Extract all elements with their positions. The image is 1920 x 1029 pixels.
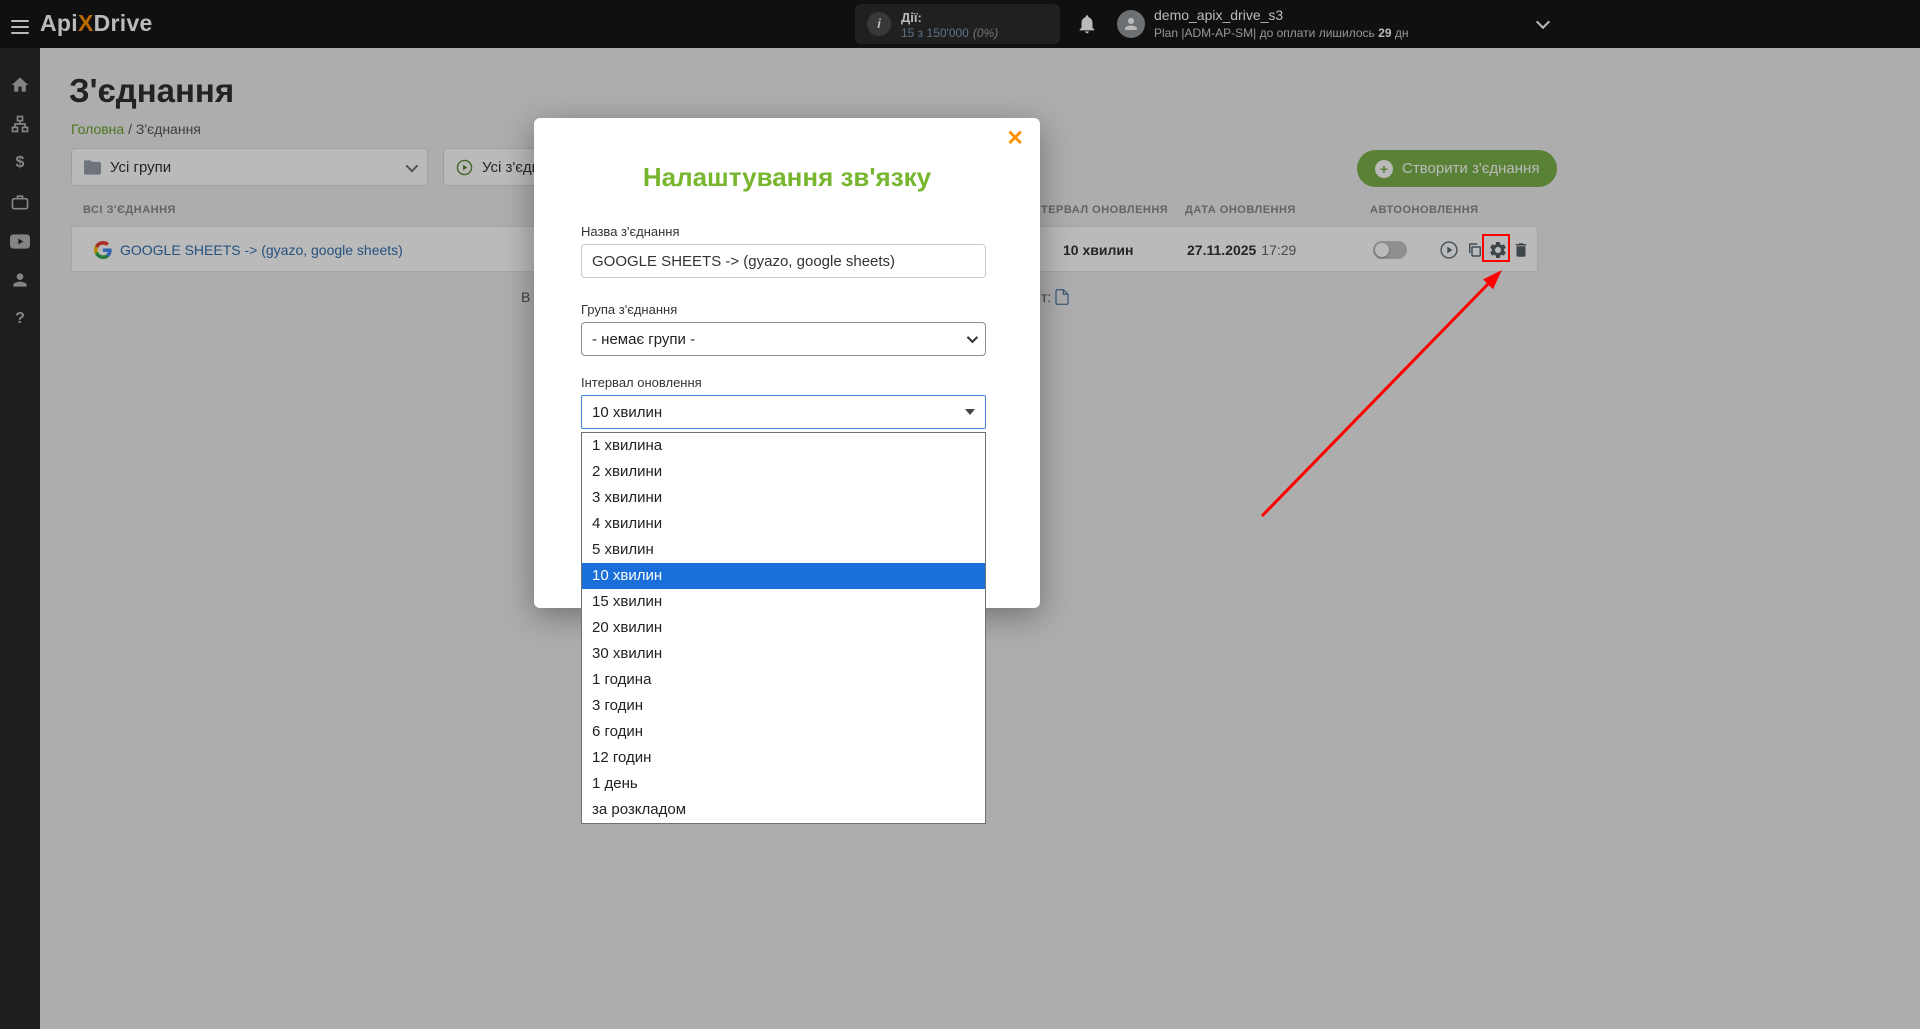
interval-option[interactable]: 30 хвилин — [582, 641, 985, 667]
interval-option[interactable]: 1 день — [582, 771, 985, 797]
interval-option[interactable]: 1 хвилина — [582, 433, 985, 459]
interval-field-label: Інтервал оновлення — [581, 375, 702, 390]
interval-option[interactable]: 4 хвилини — [582, 511, 985, 537]
interval-options: 1 хвилина2 хвилини3 хвилини4 хвилини5 хв… — [581, 432, 986, 824]
interval-select-value: 10 хвилин — [592, 404, 662, 421]
interval-option[interactable]: 3 годин — [582, 693, 985, 719]
modal-title: Налаштування зв'язку — [534, 162, 1040, 193]
interval-option[interactable]: 3 хвилини — [582, 485, 985, 511]
select-arrow-icon — [965, 409, 975, 415]
interval-option[interactable]: 1 година — [582, 667, 985, 693]
interval-option[interactable]: 2 хвилини — [582, 459, 985, 485]
interval-option[interactable]: 10 хвилин — [582, 563, 985, 589]
interval-option[interactable]: за розкладом — [582, 797, 985, 823]
chevron-down-icon — [967, 332, 978, 343]
group-field-label: Група з'єднання — [581, 302, 677, 317]
app-root: ApiXDrive i Дії: 15 з 150'000(0%) demo_a… — [0, 0, 1920, 1029]
interval-option[interactable]: 15 хвилин — [582, 589, 985, 615]
interval-select[interactable]: 10 хвилин — [581, 395, 986, 429]
connection-settings-modal: ✕ Налаштування зв'язку Назва з'єднання Г… — [534, 118, 1040, 608]
interval-option[interactable]: 6 годин — [582, 719, 985, 745]
interval-option[interactable]: 12 годин — [582, 745, 985, 771]
interval-option[interactable]: 5 хвилин — [582, 537, 985, 563]
close-icon[interactable]: ✕ — [1006, 128, 1024, 149]
connection-name-input[interactable] — [581, 244, 986, 278]
group-select-value: - немає групи - — [592, 331, 695, 348]
group-select[interactable]: - немає групи - — [581, 322, 986, 356]
name-field-label: Назва з'єднання — [581, 224, 680, 239]
interval-option[interactable]: 20 хвилин — [582, 615, 985, 641]
